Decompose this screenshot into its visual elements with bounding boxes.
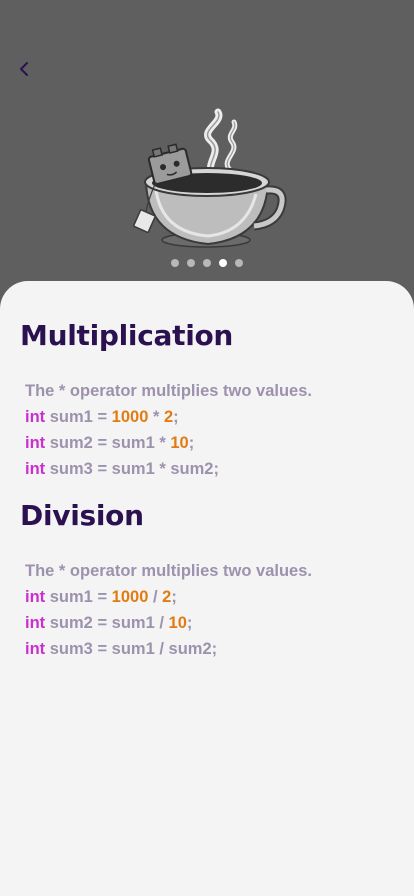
section-multiplication: Multiplication The * operator multiplies… (20, 319, 400, 482)
code-text: sum3 = sum1 * sum2; (45, 460, 219, 478)
code-line: int sum3 = sum1 * sum2; (25, 456, 400, 482)
code-keyword: int (25, 640, 46, 658)
section-description: The * operator multiplies two values. (25, 382, 312, 400)
code-text: sum2 = sum1 / (45, 614, 169, 632)
code-keyword: int (25, 460, 46, 478)
code-text: / (148, 588, 163, 606)
code-line: int sum2 = sum1 * 10; (25, 430, 400, 456)
code-text: ; (188, 434, 195, 452)
page-dot[interactable] (171, 259, 179, 267)
section-division: Division The * operator multiplies two v… (20, 499, 400, 662)
code-number: 10 (168, 614, 187, 632)
code-keyword: int (25, 588, 46, 606)
section-title: Multiplication (20, 319, 234, 352)
page-dot[interactable] (187, 259, 195, 267)
code-line: int sum2 = sum1 / 10; (25, 610, 400, 636)
code-text: sum3 = sum1 / sum2; (45, 640, 218, 658)
code-number: 1000 (111, 408, 149, 426)
code-number: 1000 (111, 588, 149, 606)
code-text: ; (173, 408, 179, 426)
code-text: ; (186, 614, 193, 632)
section-description: The * operator multiplies two values. (25, 562, 312, 580)
chevron-left-icon (20, 62, 28, 76)
header (0, 0, 414, 300)
code-text: * (148, 408, 164, 426)
coffee-cup-robot-illustration (133, 108, 287, 248)
page-dot[interactable] (235, 259, 243, 267)
content-sheet: Multiplication The * operator multiplies… (0, 281, 414, 896)
code-number: 2 (163, 408, 174, 426)
code-line: int sum1 = 1000 / 2; (25, 584, 400, 610)
code-text: sum1 = (45, 588, 112, 606)
back-button[interactable] (12, 56, 38, 82)
code-keyword: int (25, 614, 46, 632)
code-keyword: int (25, 434, 46, 452)
code-number: 2 (162, 588, 172, 606)
code-number: 10 (170, 434, 189, 452)
code-text: sum1 = (45, 408, 112, 426)
page-dot[interactable] (203, 259, 211, 267)
code-keyword: int (25, 408, 46, 426)
page-indicator (0, 259, 414, 267)
code-text: sum2 = sum1 * (45, 434, 171, 452)
code-line: int sum1 = 1000 * 2; (25, 404, 400, 430)
code-text: ; (171, 588, 177, 606)
code-line: int sum3 = sum1 / sum2; (25, 636, 400, 662)
page-dot[interactable] (219, 259, 227, 267)
section-title: Division (20, 499, 144, 532)
